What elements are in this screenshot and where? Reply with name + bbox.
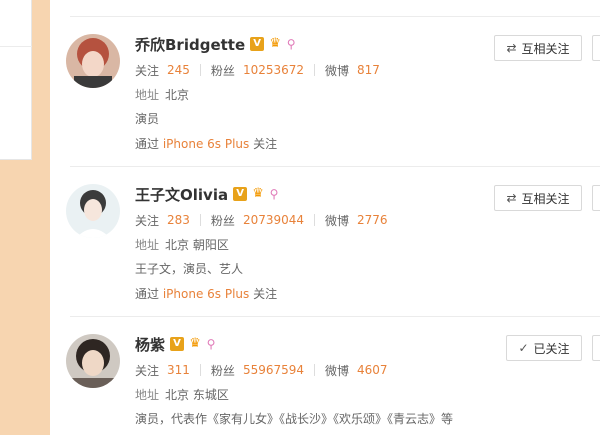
- bio: 王子文，演员、艺人: [135, 262, 244, 276]
- address-label: 地址: [135, 388, 160, 402]
- weibo-count[interactable]: 817: [357, 63, 380, 77]
- follow-button-label: 已关注: [533, 341, 570, 356]
- crown-icon: ♛: [252, 186, 264, 201]
- crown-icon: ♛: [269, 36, 281, 51]
- fans-count[interactable]: 10253672: [243, 63, 304, 77]
- address-label: 地址: [135, 88, 160, 102]
- address-value: 北京 东城区: [165, 388, 229, 402]
- avatar[interactable]: [66, 184, 120, 238]
- verified-icon: V: [170, 337, 185, 351]
- mutual-arrows-icon: ⇄: [506, 191, 517, 205]
- user-stats: 关注 283 粉丝 20739044 微博 2776: [135, 212, 388, 228]
- left-panel: [0, 0, 32, 160]
- stats-separator: [314, 64, 316, 76]
- mutual-follow-button[interactable]: ⇄ 互相关注: [494, 185, 582, 211]
- via-device-link[interactable]: iPhone 6s Plus: [163, 287, 249, 301]
- verified-icon: V: [233, 187, 248, 201]
- via-line: 通过 iPhone 6s Plus 关注: [135, 135, 277, 151]
- fans-count[interactable]: 55967594: [243, 363, 304, 377]
- left-panel-divider: [0, 46, 32, 47]
- stats-separator: [314, 364, 316, 376]
- weibo-count[interactable]: 2776: [357, 213, 388, 227]
- fans-label: 粉丝: [210, 63, 235, 78]
- follow-label: 关注: [135, 213, 160, 228]
- key-icon: ⚲: [206, 337, 216, 351]
- follow-button-label: 互相关注: [521, 41, 570, 56]
- crown-icon: ♛: [189, 336, 201, 351]
- via-prefix: 通过: [135, 287, 160, 301]
- fans-label: 粉丝: [210, 363, 235, 378]
- via-suffix: 关注: [253, 137, 278, 151]
- mutual-follow-button[interactable]: ⇄ 互相关注: [494, 35, 582, 61]
- follow-label: 关注: [135, 363, 160, 378]
- more-button[interactable]: [592, 335, 600, 361]
- user-card: 王子文Olivia V ♛ ⚲ 关注 283 粉丝 20739044 微博 27…: [50, 167, 600, 317]
- address-value: 北京 朝阳区: [165, 238, 229, 252]
- avatar[interactable]: [66, 34, 120, 88]
- stats-separator: [199, 364, 201, 376]
- bio: 演员，代表作《家有儿女》《战长沙》《欢乐颂》《青云志》等: [135, 412, 454, 426]
- user-name[interactable]: 乔欣Bridgette: [135, 34, 245, 55]
- address-line: 地址 北京: [135, 86, 189, 102]
- stats-separator: [199, 214, 201, 226]
- via-line: 通过 iPhone 6s Plus 关注: [135, 285, 277, 301]
- follow-button-label: 互相关注: [521, 191, 570, 206]
- fans-label: 粉丝: [210, 213, 235, 228]
- address-label: 地址: [135, 238, 160, 252]
- follow-count[interactable]: 283: [167, 213, 190, 227]
- mutual-arrows-icon: ⇄: [506, 41, 517, 55]
- follow-label: 关注: [135, 63, 160, 78]
- check-icon: ✓: [518, 341, 529, 355]
- fans-count[interactable]: 20739044: [243, 213, 304, 227]
- follow-count[interactable]: 311: [167, 363, 190, 377]
- user-stats: 关注 311 粉丝 55967594 微博 4607: [135, 362, 388, 378]
- bio: 演员: [135, 112, 160, 126]
- user-name[interactable]: 杨紫: [135, 334, 165, 355]
- via-prefix: 通过: [135, 137, 160, 151]
- more-button[interactable]: [592, 35, 600, 61]
- user-list: 乔欣Bridgette V ♛ ⚲ 关注 245 粉丝 10253672 微博 …: [50, 0, 600, 435]
- user-stats: 关注 245 粉丝 10253672 微博 817: [135, 62, 380, 78]
- weibo-count[interactable]: 4607: [357, 363, 388, 377]
- stats-separator: [314, 214, 316, 226]
- user-name[interactable]: 王子文Olivia: [135, 184, 228, 205]
- user-card: 乔欣Bridgette V ♛ ⚲ 关注 245 粉丝 10253672 微博 …: [50, 17, 600, 167]
- followed-button[interactable]: ✓ 已关注: [506, 335, 582, 361]
- avatar[interactable]: [66, 334, 120, 388]
- watermark: [506, 416, 586, 430]
- stats-separator: [199, 64, 201, 76]
- more-button[interactable]: [592, 185, 600, 211]
- address-line: 地址 北京 朝阳区: [135, 236, 229, 252]
- verified-icon: V: [250, 37, 265, 51]
- address-line: 地址 北京 东城区: [135, 386, 229, 402]
- via-device-link[interactable]: iPhone 6s Plus: [163, 137, 249, 151]
- key-icon: ⚲: [286, 37, 296, 51]
- weibo-label: 微博: [325, 63, 350, 78]
- address-value: 北京: [165, 88, 190, 102]
- via-suffix: 关注: [253, 287, 278, 301]
- key-icon: ⚲: [269, 187, 279, 201]
- weibo-label: 微博: [325, 213, 350, 228]
- weibo-label: 微博: [325, 363, 350, 378]
- follow-count[interactable]: 245: [167, 63, 190, 77]
